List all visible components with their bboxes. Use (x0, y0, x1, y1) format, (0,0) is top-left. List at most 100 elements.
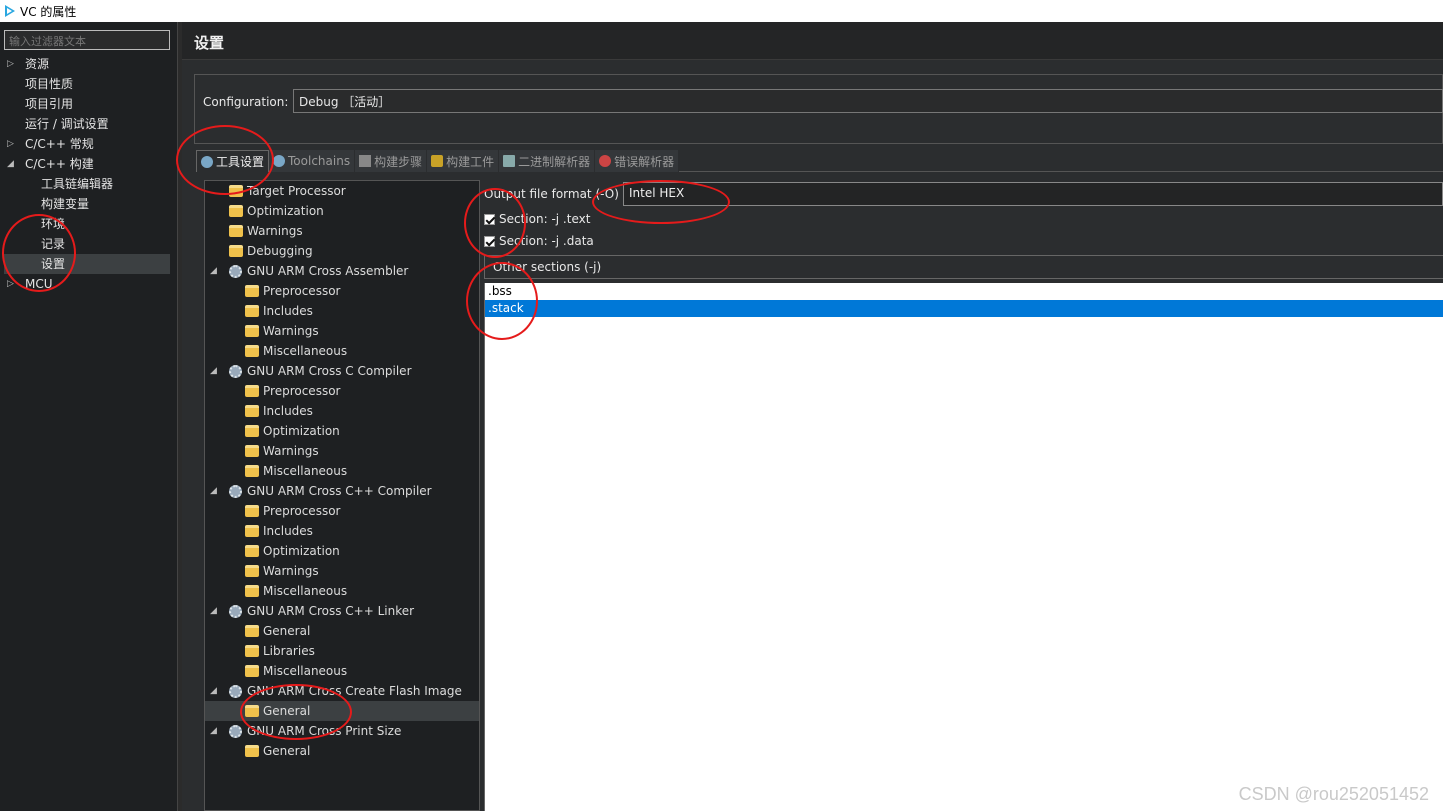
tool-gear-icon (229, 685, 242, 698)
tree-item-label: Warnings (263, 444, 319, 458)
nav-label: C/C++ 常规 (25, 137, 94, 151)
section-text-checkbox-row[interactable]: Section: -j .text (484, 210, 590, 228)
tree-item-tool[interactable]: ◢ GNU ARM Cross Assembler (205, 261, 479, 281)
settings-folder-icon (245, 385, 259, 397)
output-format-label: Output file format (-O) (484, 187, 619, 201)
configuration-group: Configuration: Debug ［活动］ (194, 74, 1443, 144)
settings-folder-icon (245, 285, 259, 297)
tree-item-label: GNU ARM Cross Assembler (247, 264, 409, 278)
tree-item[interactable]: Includes (205, 301, 479, 321)
tree-item[interactable]: Warnings (205, 561, 479, 581)
nav-item-project-nature[interactable]: 项目性质 (0, 74, 178, 94)
nav-label: 项目性质 (25, 77, 74, 91)
tree-item[interactable]: Miscellaneous (205, 581, 479, 601)
trophy-icon (431, 155, 444, 167)
tree-item-tool[interactable]: ◢ GNU ARM Cross C++ Linker (205, 601, 479, 621)
nav-label: 项目引用 (25, 97, 74, 111)
nav-item-toolchain-editor[interactable]: 工具链编辑器 (0, 174, 178, 194)
tree-item[interactable]: General (205, 741, 479, 761)
collapse-arrow-icon[interactable]: ◢ (210, 601, 217, 621)
page-title: 设置 (194, 34, 225, 52)
collapse-arrow-icon[interactable]: ◢ (210, 681, 217, 701)
gear-icon (273, 155, 286, 167)
tree-item[interactable]: Preprocessor (205, 281, 479, 301)
nav-item-cpp-general[interactable]: ▷ C/C++ 常规 (0, 134, 178, 154)
expand-arrow-icon[interactable]: ▷ (7, 134, 14, 154)
settings-folder-icon (229, 225, 243, 237)
tree-item-tool[interactable]: ◢ GNU ARM Cross C Compiler (205, 361, 479, 381)
settings-folder-icon (245, 705, 259, 717)
nav-item-build-variables[interactable]: 构建变量 (0, 194, 178, 214)
tree-item-tool[interactable]: ◢ GNU ARM Cross Create Flash Image (205, 681, 479, 701)
tree-item[interactable]: Libraries (205, 641, 479, 661)
tree-item-label: Optimization (263, 424, 340, 438)
tree-item[interactable]: Warnings (205, 221, 479, 241)
tree-item[interactable]: Includes (205, 521, 479, 541)
app-logo-icon (5, 5, 15, 17)
section-text-checkbox[interactable] (484, 213, 495, 225)
expand-arrow-icon[interactable]: ▷ (7, 54, 14, 74)
nav-label: 记录 (41, 237, 66, 251)
tree-item-label: Debugging (247, 244, 313, 258)
tree-item[interactable]: Optimization (205, 201, 479, 221)
nav-item-logging[interactable]: 记录 (0, 234, 178, 254)
tree-item-label: Preprocessor (263, 504, 341, 518)
tree-item[interactable]: Debugging (205, 241, 479, 261)
settings-folder-icon (245, 565, 259, 577)
tree-item-tool[interactable]: ◢ GNU ARM Cross C++ Compiler (205, 481, 479, 501)
tree-item-selected[interactable]: General (205, 701, 479, 721)
nav-label: 资源 (25, 57, 50, 71)
tree-item[interactable]: Includes (205, 401, 479, 421)
gear-icon (201, 155, 213, 168)
settings-folder-icon (245, 525, 259, 537)
tree-item[interactable]: Miscellaneous (205, 461, 479, 481)
watermark: CSDN @rou252051452 (1238, 784, 1429, 804)
tree-item[interactable]: Target Processor (205, 181, 479, 201)
collapse-arrow-icon[interactable]: ◢ (210, 721, 217, 741)
tree-item[interactable]: Warnings (205, 321, 479, 341)
tree-item[interactable]: Miscellaneous (205, 341, 479, 361)
other-sections-list[interactable]: .bss .stack (484, 283, 1443, 811)
tab-error-parsers[interactable]: 错误解析器 (595, 150, 680, 172)
nav-item-cpp-build[interactable]: ◢ C/C++ 构建 (0, 154, 178, 174)
tab-tool-settings[interactable]: 工具设置 (196, 150, 270, 172)
tree-item-label: Miscellaneous (263, 464, 348, 478)
tree-item-label: Target Processor (247, 184, 346, 198)
tree-item[interactable]: Preprocessor (205, 501, 479, 521)
section-data-checkbox[interactable] (484, 235, 495, 247)
tree-item[interactable]: Optimization (205, 421, 479, 441)
tab-build-steps[interactable]: 构建步骤 (355, 150, 428, 172)
section-data-checkbox-row[interactable]: Section: -j .data (484, 232, 594, 250)
nav-item-run-debug-settings[interactable]: 运行 / 调试设置 (0, 114, 178, 134)
nav-item-environment[interactable]: 环境 (0, 214, 178, 234)
configuration-select[interactable]: Debug ［活动］ (293, 89, 1443, 113)
tab-binary-parsers[interactable]: 二进制解析器 (499, 150, 596, 172)
list-item[interactable]: .bss (485, 283, 1443, 300)
nav-item-resources[interactable]: ▷ 资源 (0, 54, 178, 74)
tab-build-artifact[interactable]: 构建工件 (427, 150, 500, 172)
collapse-arrow-icon[interactable]: ◢ (7, 154, 14, 174)
filter-input[interactable]: 输入过滤器文本 (4, 30, 170, 50)
settings-folder-icon (245, 545, 259, 557)
tree-item[interactable]: Warnings (205, 441, 479, 461)
tab-toolchains[interactable]: Toolchains (269, 150, 356, 172)
tree-item[interactable]: General (205, 621, 479, 641)
settings-folder-icon (229, 185, 243, 197)
tree-item-label: GNU ARM Cross C++ Linker (247, 604, 415, 618)
tree-item[interactable]: Miscellaneous (205, 661, 479, 681)
collapse-arrow-icon[interactable]: ◢ (210, 361, 217, 381)
collapse-arrow-icon[interactable]: ◢ (210, 481, 217, 501)
list-item-selected[interactable]: .stack (485, 300, 1443, 317)
settings-folder-icon (245, 465, 259, 477)
output-format-select[interactable]: Intel HEX (623, 182, 1443, 206)
tab-label: 构建步骤 (374, 154, 423, 169)
tree-item[interactable]: Optimization (205, 541, 479, 561)
disk-icon (503, 155, 516, 167)
collapse-arrow-icon[interactable]: ◢ (210, 261, 217, 281)
expand-arrow-icon[interactable]: ▷ (7, 274, 14, 294)
nav-item-project-references[interactable]: 项目引用 (0, 94, 178, 114)
tree-item-tool[interactable]: ◢ GNU ARM Cross Print Size (205, 721, 479, 741)
nav-item-settings[interactable]: 设置 (4, 254, 170, 274)
nav-item-mcu[interactable]: ▷ MCU (0, 274, 178, 294)
tree-item[interactable]: Preprocessor (205, 381, 479, 401)
